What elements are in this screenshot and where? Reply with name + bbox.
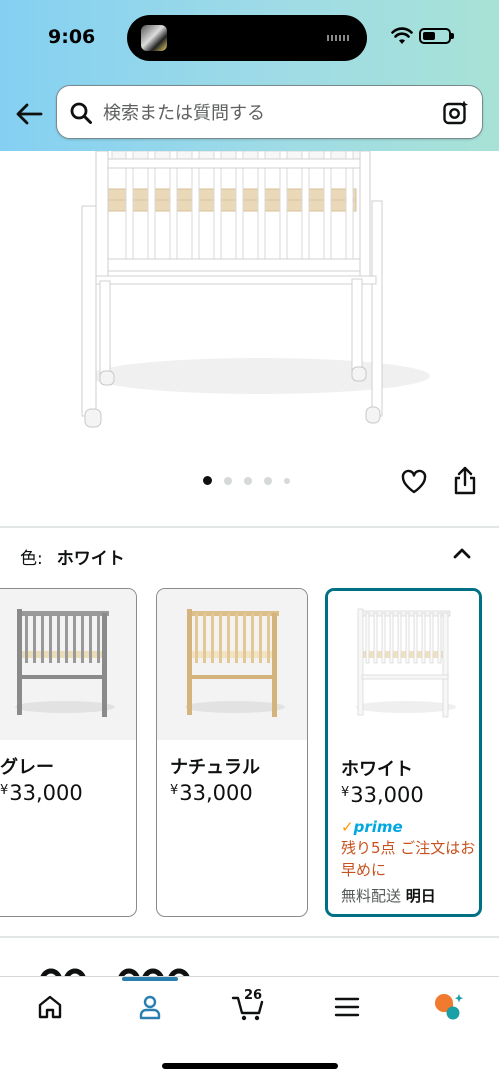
gray-crib-thumbnail xyxy=(15,609,115,717)
status-time: 9:06 xyxy=(48,26,96,48)
carousel-dot[interactable] xyxy=(224,476,232,485)
swatch-image xyxy=(157,589,307,740)
color-option-gray[interactable]: グレー ¥33,000 xyxy=(0,588,137,917)
back-button[interactable] xyxy=(12,97,46,131)
swatch-name: ナチュラル xyxy=(170,757,260,778)
home-indicator xyxy=(162,1063,338,1069)
natural-crib-thumbnail xyxy=(185,609,285,717)
price-value: 33,000 xyxy=(9,781,83,805)
crib-illustration xyxy=(81,150,430,428)
currency-symbol: ¥ xyxy=(0,783,9,798)
delivery-day: 明日 xyxy=(405,887,436,905)
app-header: 9:06 xyxy=(0,0,499,151)
camera-search-icon[interactable] xyxy=(442,99,470,127)
swatch-price: ¥33,000 xyxy=(0,781,83,805)
stock-notice: 残り5点 ご注文はお早めに xyxy=(341,839,476,879)
cart-count: 26 xyxy=(244,988,263,1003)
currency-symbol: ¥ xyxy=(170,783,179,798)
search-icon xyxy=(70,102,92,124)
carousel-dot[interactable] xyxy=(244,476,252,485)
prime-label: prime xyxy=(353,818,403,836)
heart-icon[interactable] xyxy=(400,468,428,496)
color-selected-value: ホワイト xyxy=(56,549,125,569)
prime-badge: ✓prime xyxy=(341,818,403,836)
nav-home[interactable] xyxy=(30,990,70,1024)
swatch-name: ホワイト xyxy=(341,759,413,780)
search-bar[interactable] xyxy=(56,85,483,139)
chevron-up-icon[interactable] xyxy=(450,542,474,564)
price-value: 33,000 xyxy=(350,783,424,807)
search-input[interactable] xyxy=(103,99,433,127)
swatch-name: グレー xyxy=(0,757,54,778)
arrow-left-icon xyxy=(16,103,43,125)
section-divider xyxy=(0,526,499,528)
home-icon xyxy=(38,995,62,1019)
swatch-price: ¥33,000 xyxy=(170,781,253,805)
color-selector-header: 色: ホワイト xyxy=(20,544,125,569)
color-option-natural[interactable]: ナチュラル ¥33,000 xyxy=(156,588,308,917)
wifi-icon xyxy=(391,27,413,44)
nav-account[interactable] xyxy=(130,990,170,1024)
delivery-label: 無料配送 xyxy=(341,887,402,905)
section-divider xyxy=(0,936,499,938)
carousel-dot[interactable] xyxy=(284,477,290,484)
swatch-image xyxy=(0,589,136,740)
island-thumbnail xyxy=(141,25,167,51)
assistant-icon xyxy=(435,994,463,1020)
swatch-price: ¥33,000 xyxy=(341,783,424,807)
account-icon xyxy=(139,995,161,1020)
nav-assistant[interactable] xyxy=(428,990,468,1024)
island-waveform xyxy=(327,35,351,41)
nav-active-indicator xyxy=(122,977,178,981)
nav-menu[interactable] xyxy=(327,990,367,1024)
currency-symbol: ¥ xyxy=(341,785,350,800)
dynamic-island xyxy=(127,15,367,61)
white-crib-thumbnail xyxy=(356,608,456,718)
carousel-dots[interactable] xyxy=(203,476,290,485)
menu-icon xyxy=(334,997,360,1017)
carousel-dot[interactable] xyxy=(264,476,272,485)
product-image[interactable] xyxy=(0,150,499,451)
prime-check-icon: ✓ xyxy=(341,818,354,836)
share-icon[interactable] xyxy=(452,466,478,496)
price-value: 33,000 xyxy=(179,781,253,805)
delivery-info: 無料配送 明日 xyxy=(341,885,436,906)
battery-icon xyxy=(419,28,454,44)
carousel-dot[interactable] xyxy=(203,476,212,485)
swatch-image xyxy=(328,591,479,742)
color-label: 色: xyxy=(20,549,43,569)
color-option-white[interactable]: ホワイト ¥33,000 ✓prime 残り5点 ご注文はお早めに 無料配送 明… xyxy=(325,588,482,917)
